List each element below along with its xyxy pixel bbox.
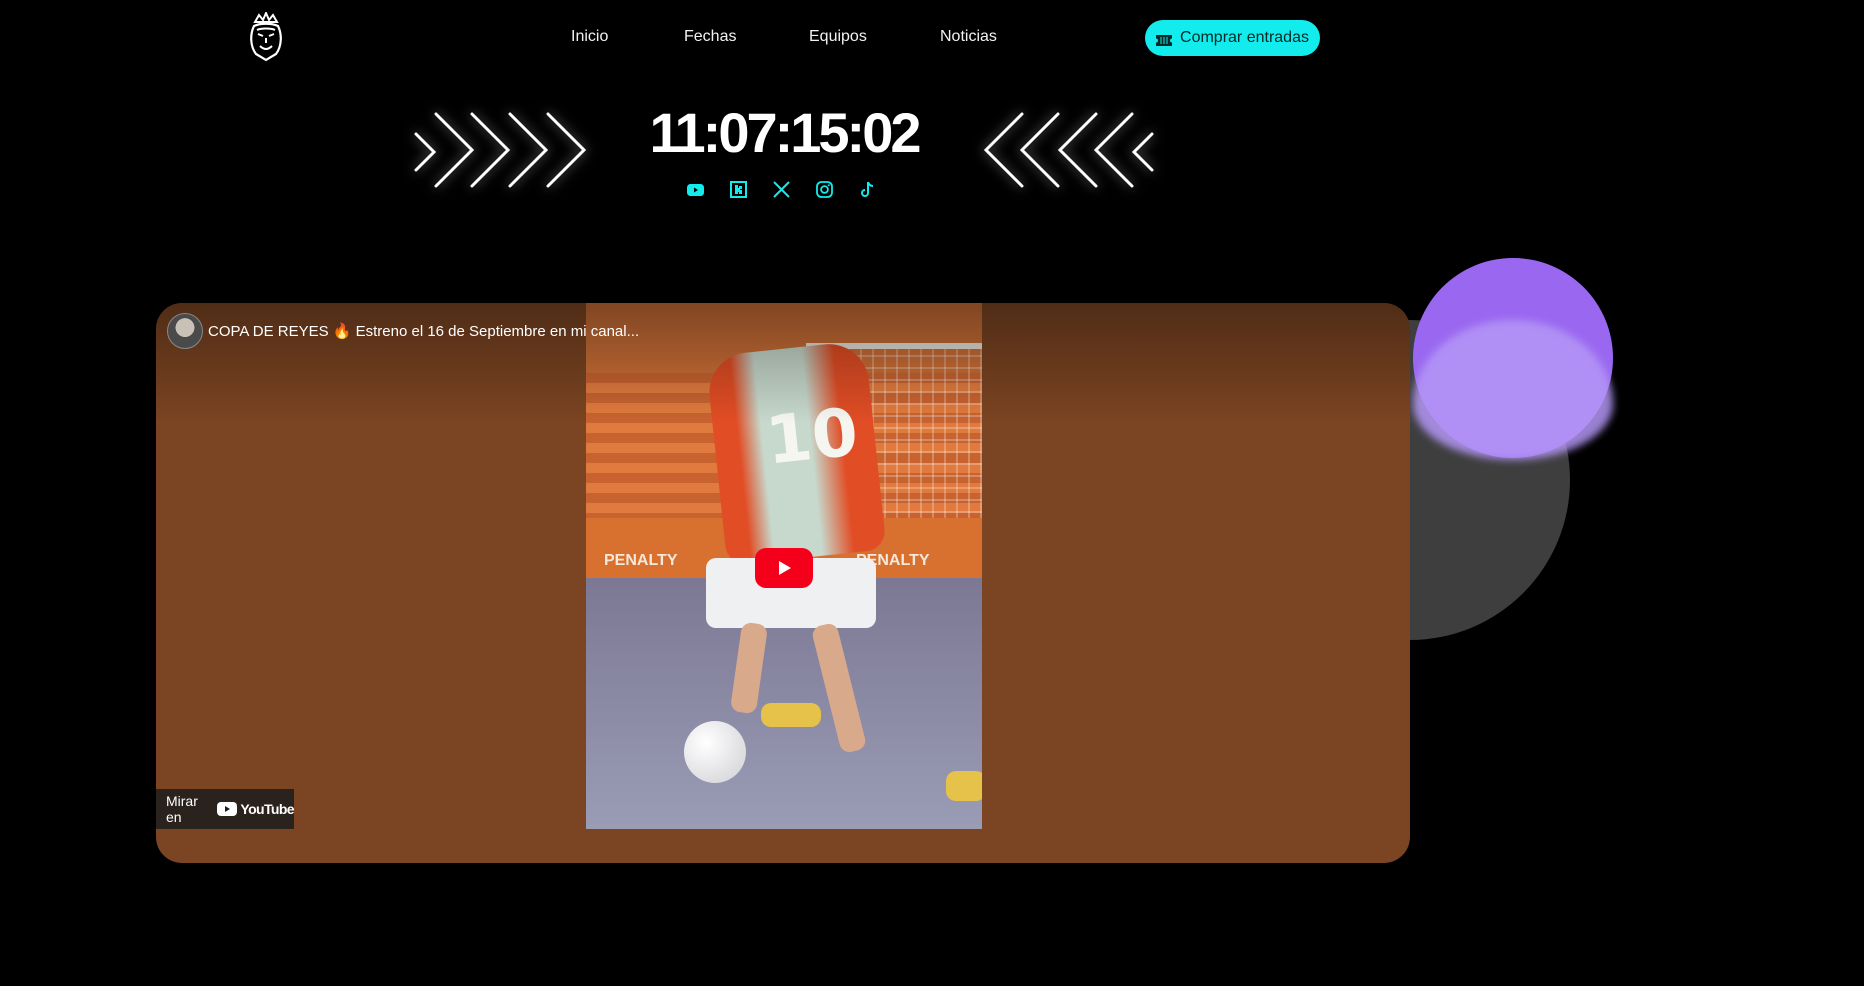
video-title-main: COPA DE REYES: [208, 323, 329, 340]
channel-avatar[interactable]: [167, 313, 203, 349]
fire-emoji: 🔥: [332, 323, 352, 340]
buy-tickets-label: Comprar entradas: [1180, 29, 1309, 46]
youtube-logo: YouTube: [217, 801, 295, 817]
kick-icon[interactable]: [729, 180, 748, 199]
nav-equipos[interactable]: Equipos: [809, 28, 867, 46]
watch-on-youtube-button[interactable]: Mirar en YouTube: [156, 789, 295, 829]
video-title[interactable]: COPA DE REYES 🔥 Estreno el 16 de Septiem…: [208, 322, 639, 340]
player-right-shoe: [946, 771, 982, 801]
futsal-ball: [684, 721, 746, 783]
nav-noticias[interactable]: Noticias: [940, 28, 997, 46]
buy-tickets-button[interactable]: Comprar entradas: [1145, 20, 1320, 56]
video-top-shade: [156, 303, 1410, 423]
instagram-icon[interactable]: [815, 180, 834, 199]
countdown-timer: 11:07:15:02: [649, 101, 921, 164]
chevrons-left-decoration: [978, 108, 1158, 194]
x-icon[interactable]: [772, 180, 791, 199]
youtube-icon[interactable]: [686, 180, 705, 199]
video-title-rest: Estreno el 16 de Septiembre en mi canal.…: [351, 323, 640, 340]
player-left-shoe: [761, 703, 821, 727]
ticket-icon: [1156, 33, 1173, 46]
ad-board-text-left: PENALTY: [604, 552, 678, 569]
play-button[interactable]: [755, 548, 813, 588]
youtube-video-embed[interactable]: PENALTY PENALTY 10 COPA DE REYES 🔥 Estre…: [156, 303, 1410, 863]
nav-fechas[interactable]: Fechas: [684, 28, 736, 46]
site-header: Inicio Fechas Equipos Noticias Comprar e…: [0, 0, 1568, 76]
youtube-logo-text: YouTube: [240, 801, 294, 817]
watch-on-label: Mirar en: [166, 793, 198, 825]
lion-crown-logo[interactable]: [246, 10, 286, 62]
tiktok-icon[interactable]: [858, 180, 877, 199]
social-links: [686, 180, 877, 199]
nav-inicio[interactable]: Inicio: [571, 28, 608, 46]
